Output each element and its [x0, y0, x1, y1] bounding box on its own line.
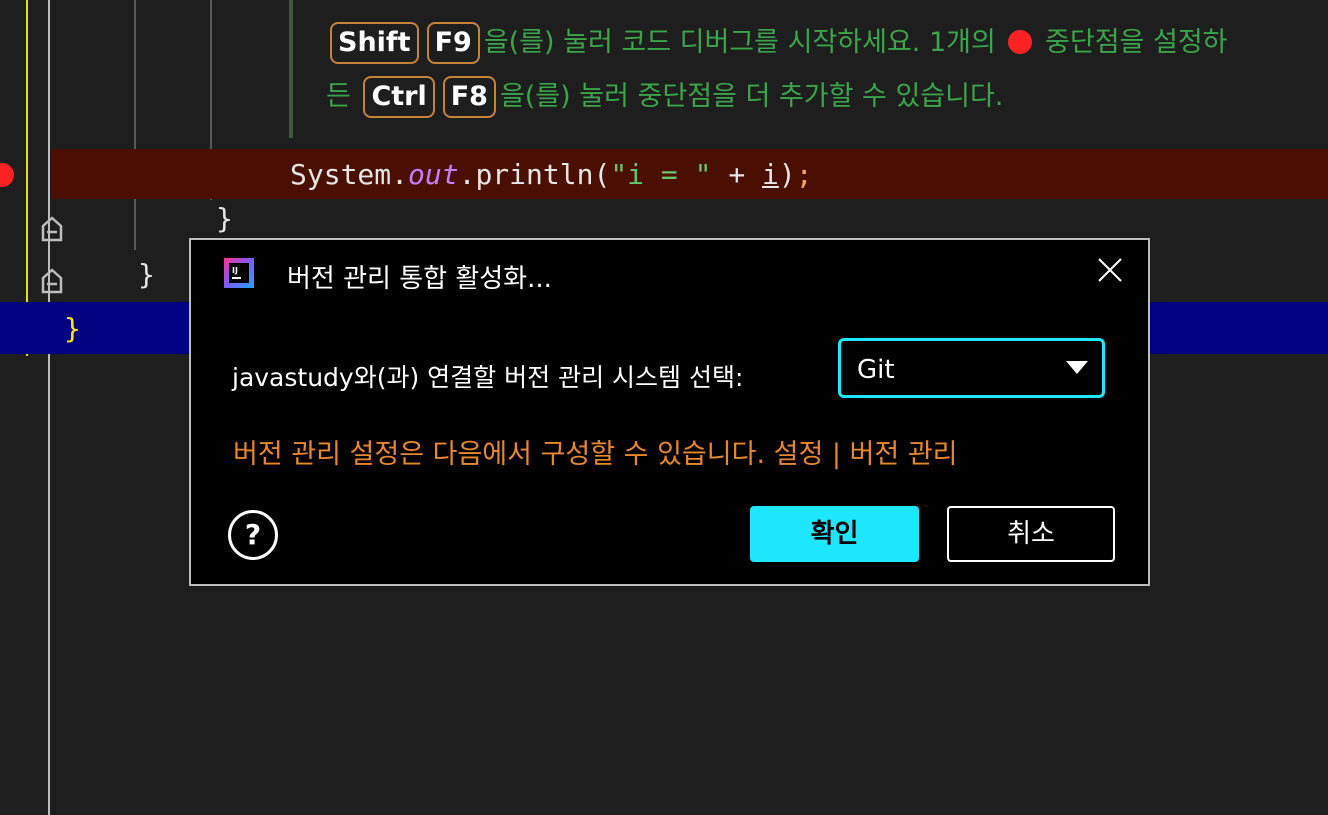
code-token: out [408, 158, 459, 191]
f9-key: F9 [426, 22, 480, 64]
breakpoint-icon [1008, 30, 1033, 54]
hint-text: 을(를) 눌러 코드 디버그를 시작하세요. 1개의 [483, 27, 996, 58]
debug-hint-line-1: Shift F9 을(를) 눌러 코드 디버그를 시작하세요. 1개의 중단점을 설… [326, 20, 1228, 64]
ctrl-key: Ctrl [363, 76, 435, 118]
hint-text: 중단점을 설정하 [1045, 27, 1228, 58]
f8-key: F8 [442, 76, 496, 118]
gutter-separator [48, 0, 50, 815]
indent-guide [134, 0, 136, 250]
hint-text: 을(를) 눌러 중단점을 더 추가할 수 있습니다. [499, 81, 1004, 112]
code-token: + [711, 158, 763, 191]
help-button[interactable]: ? [228, 510, 278, 560]
chevron-down-icon [1066, 361, 1088, 374]
close-icon[interactable] [1096, 256, 1124, 284]
code-token: ) [778, 158, 796, 191]
dialog-title: 버전 관리 통합 활성화... [287, 264, 552, 294]
code-string: "i = " [610, 158, 712, 191]
code-line-println[interactable]: System.out.println("i = " + i); [290, 158, 813, 191]
vcs-prompt-label: javastudy와(과) 연결할 버전 관리 시스템 선택: [232, 363, 744, 392]
cancel-button[interactable]: 취소 [947, 506, 1115, 562]
code-brace: } [138, 258, 155, 291]
hint-text: 든 [326, 81, 351, 112]
code-token: System. [290, 158, 409, 191]
code-brace: } [64, 312, 81, 345]
fold-icon[interactable] [40, 216, 64, 242]
intellij-icon: IJ [224, 258, 254, 288]
vcs-dropdown[interactable]: Git [838, 338, 1105, 398]
code-token: .println( [458, 158, 611, 191]
breakpoint-icon[interactable] [0, 163, 14, 187]
shift-key: Shift [330, 22, 419, 64]
vcs-selected-value: Git [857, 355, 895, 385]
inline-hint-bar [289, 0, 293, 138]
fold-icon[interactable] [40, 268, 64, 294]
code-token: ; [795, 158, 813, 191]
debug-hint-line-2: 든 Ctrl F8 을(를) 눌러 중단점을 더 추가할 수 있습니다. [326, 74, 1003, 118]
ok-button[interactable]: 확인 [750, 506, 919, 562]
enable-vcs-dialog: IJ 버전 관리 통합 활성화... javastudy와(과) 연결할 버전 … [189, 238, 1150, 586]
code-brace: } [216, 202, 233, 235]
svg-text:IJ: IJ [232, 266, 238, 275]
settings-note-link[interactable]: 버전 관리 설정은 다음에서 구성할 수 있습니다. 설정 | 버전 관리 [233, 432, 958, 471]
code-variable: i [762, 158, 779, 191]
